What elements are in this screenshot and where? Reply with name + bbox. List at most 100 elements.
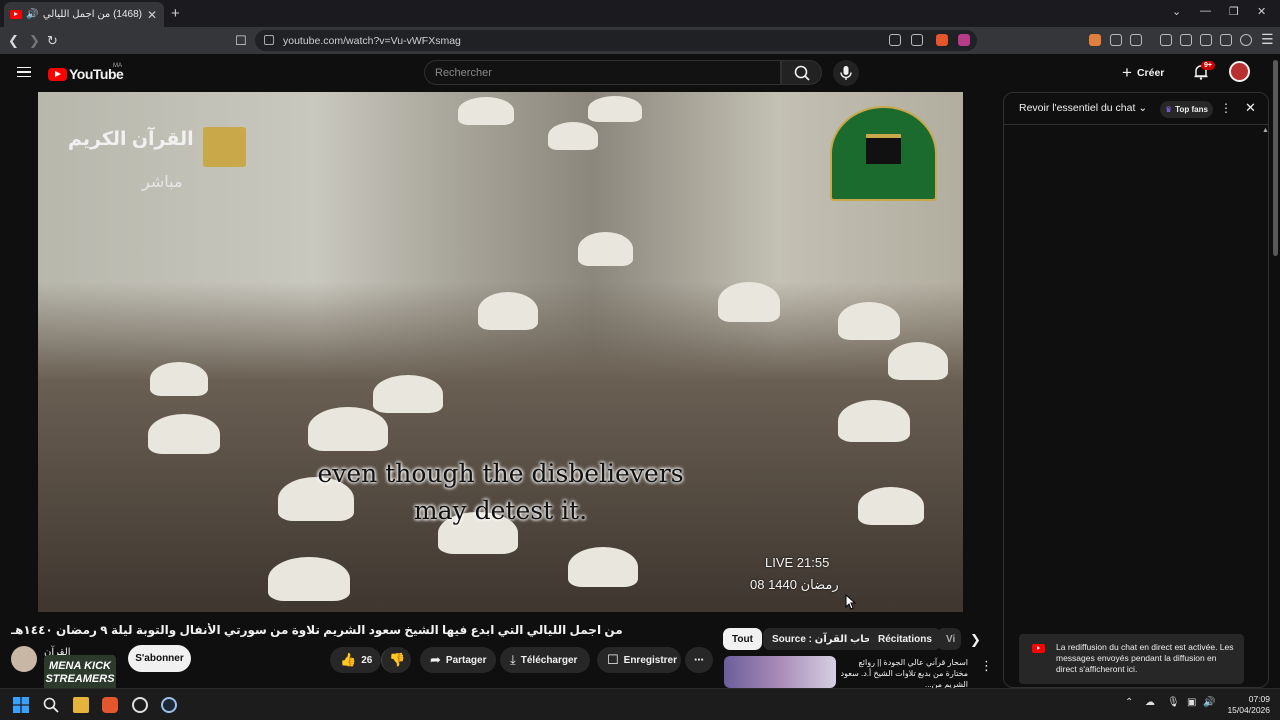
share-button[interactable]: ➦ Partager <box>420 647 496 673</box>
dislike-button[interactable]: 👎 <box>381 647 411 673</box>
forward-arrow-icon[interactable]: ❯ <box>29 33 40 49</box>
close-window-button[interactable]: ✕ <box>1257 5 1266 18</box>
share-label: Partager <box>445 654 487 666</box>
browser-tab[interactable]: 🔊 (1468) من اجمل الليالي التي ا... ✕ <box>4 2 164 27</box>
save-button[interactable]: ☐ Enregistrer <box>597 647 681 673</box>
kaaba-logo-icon <box>830 106 937 201</box>
like-button[interactable]: 👍 26 <box>330 647 381 673</box>
related-video-thumbnail[interactable] <box>724 656 836 688</box>
chat-scroll-up-icon[interactable]: ▲ <box>1262 127 1268 134</box>
more-actions-button[interactable]: ⋯ <box>685 647 713 673</box>
wallet-card-icon[interactable] <box>1200 34 1212 46</box>
windows-start-icon[interactable] <box>13 697 29 713</box>
microphone-tray-icon[interactable]: 🎙 <box>1167 697 1180 708</box>
tab-search-icon[interactable]: ⌄ <box>1172 5 1181 18</box>
chip-all[interactable]: Tout <box>723 628 762 650</box>
chat-close-icon[interactable]: ✕ <box>1245 100 1256 116</box>
site-info-icon[interactable] <box>264 35 274 45</box>
saudi-emblem-icon <box>203 127 246 167</box>
related-more-icon[interactable]: ⋮ <box>980 658 993 674</box>
related-video-title[interactable]: اسحار قرآني عالي الجودة || روائع مختارة … <box>840 657 968 690</box>
voice-search-button[interactable] <box>833 60 859 86</box>
new-tab-button[interactable]: + <box>171 5 180 22</box>
search-input[interactable]: Rechercher <box>424 60 781 85</box>
plus-icon: + <box>1122 63 1132 82</box>
video-frame-detail <box>838 302 900 340</box>
video-frame-detail <box>718 282 780 322</box>
sidebar-icon[interactable] <box>1180 34 1192 46</box>
reload-icon[interactable]: ↻ <box>47 33 58 49</box>
puzzle-icon[interactable] <box>1110 34 1122 46</box>
more-horizontal-icon: ⋯ <box>694 654 704 666</box>
top-fans-label: Top fans <box>1175 105 1208 114</box>
subtitle-line-2: may detest it. <box>413 496 588 525</box>
share-icon[interactable] <box>911 34 923 46</box>
maximize-button[interactable]: ❐ <box>1229 5 1239 18</box>
hijri-date-overlay: 08 رمضان 1440 <box>750 577 839 592</box>
create-label: Créer <box>1136 67 1165 79</box>
search-icon <box>794 65 810 81</box>
video-frame-detail <box>478 292 538 330</box>
share-arrow-icon: ➦ <box>430 652 441 667</box>
brave-shield-icon[interactable] <box>936 34 948 46</box>
create-button[interactable]: + Créer <box>1122 62 1178 84</box>
volume-icon[interactable]: 🔊 <box>1203 697 1215 708</box>
youtube-notice-icon <box>1032 644 1045 653</box>
wallet-icon[interactable] <box>1130 34 1142 46</box>
file-explorer-icon[interactable] <box>73 697 89 713</box>
chips-next-arrow-icon[interactable]: ❯ <box>970 632 981 648</box>
guide-menu-icon[interactable] <box>17 67 31 77</box>
download-button[interactable]: ⤓ Télécharger <box>500 647 590 673</box>
video-title: من اجمل الليالي التي ابدع فيها الشيخ سعو… <box>11 623 623 637</box>
live-watermark-text: مباشر <box>142 174 183 191</box>
like-count: 26 <box>361 654 373 666</box>
live-chat-panel: Revoir l'essentiel du chat ⌄ ♛ Top fans … <box>1003 92 1269 688</box>
youtube-logo[interactable]: YouTube MA <box>48 63 124 82</box>
top-fans-badge[interactable]: ♛ Top fans <box>1160 101 1213 118</box>
download-icon: ⤓ <box>510 652 516 667</box>
chip-recitations[interactable]: Récitations <box>869 628 941 650</box>
close-tab-icon[interactable]: ✕ <box>146 8 158 22</box>
app-icon[interactable] <box>132 697 148 713</box>
video-frame-detail <box>373 375 443 413</box>
chip-more[interactable]: Vi <box>937 628 961 650</box>
network-icon[interactable]: ☁ <box>1145 697 1155 708</box>
browser-tab-strip: 🔊 (1468) من اجمل الليالي التي ا... ✕ + ⌄… <box>0 0 1280 27</box>
video-frame-detail <box>888 342 948 380</box>
vpn-icon[interactable] <box>1240 34 1252 46</box>
address-bar[interactable]: youtube.com/watch?v=Vu-vWFXsmag <box>255 30 977 51</box>
media-icon[interactable] <box>1160 34 1172 46</box>
video-player[interactable]: القرآن الكريم مباشر even though the disb… <box>38 92 963 612</box>
tray-overflow-icon[interactable]: ⌃ <box>1125 697 1133 708</box>
bookmark-icon[interactable]: ☐ <box>235 33 247 49</box>
page-scrollbar-thumb[interactable] <box>1273 60 1278 256</box>
chat-mode-selector[interactable]: Revoir l'essentiel du chat ⌄ <box>1019 102 1147 114</box>
back-arrow-icon[interactable]: ❮ <box>8 33 19 49</box>
system-clock[interactable]: 07:09 15/04/2026 <box>1222 694 1270 716</box>
speaker-icon[interactable]: 🔊 <box>26 9 38 20</box>
minimize-button[interactable]: — <box>1200 5 1211 17</box>
subscribe-button[interactable]: S'abonner <box>128 645 191 672</box>
url-text: youtube.com/watch?v=Vu-vWFXsmag <box>283 34 461 47</box>
taskbar-search-icon[interactable] <box>43 697 59 713</box>
video-frame-detail <box>308 407 388 451</box>
search-button[interactable] <box>781 60 822 85</box>
chat-more-icon[interactable]: ⋮ <box>1220 101 1232 115</box>
cast-icon[interactable] <box>889 34 901 46</box>
youtube-favicon-icon <box>10 10 22 19</box>
video-frame-detail <box>148 414 220 454</box>
browser-menu-icon[interactable]: ☰ <box>1261 31 1274 48</box>
video-frame-detail <box>578 232 633 266</box>
channel-avatar[interactable] <box>11 646 37 672</box>
extension-icon[interactable] <box>1089 34 1101 46</box>
display-icon[interactable]: ▣ <box>1187 697 1196 708</box>
leo-ai-icon[interactable] <box>1220 34 1232 46</box>
brave-rewards-icon[interactable] <box>958 34 970 46</box>
account-avatar[interactable] <box>1229 61 1250 82</box>
video-frame-detail <box>458 97 514 125</box>
brave-browser-icon[interactable] <box>102 697 118 713</box>
video-frame-detail <box>838 400 910 442</box>
chat-notice-text: La rediffusion du chat en direct est act… <box>1056 642 1234 674</box>
steam-icon[interactable] <box>161 697 177 713</box>
notification-badge: 9+ <box>1201 61 1215 70</box>
